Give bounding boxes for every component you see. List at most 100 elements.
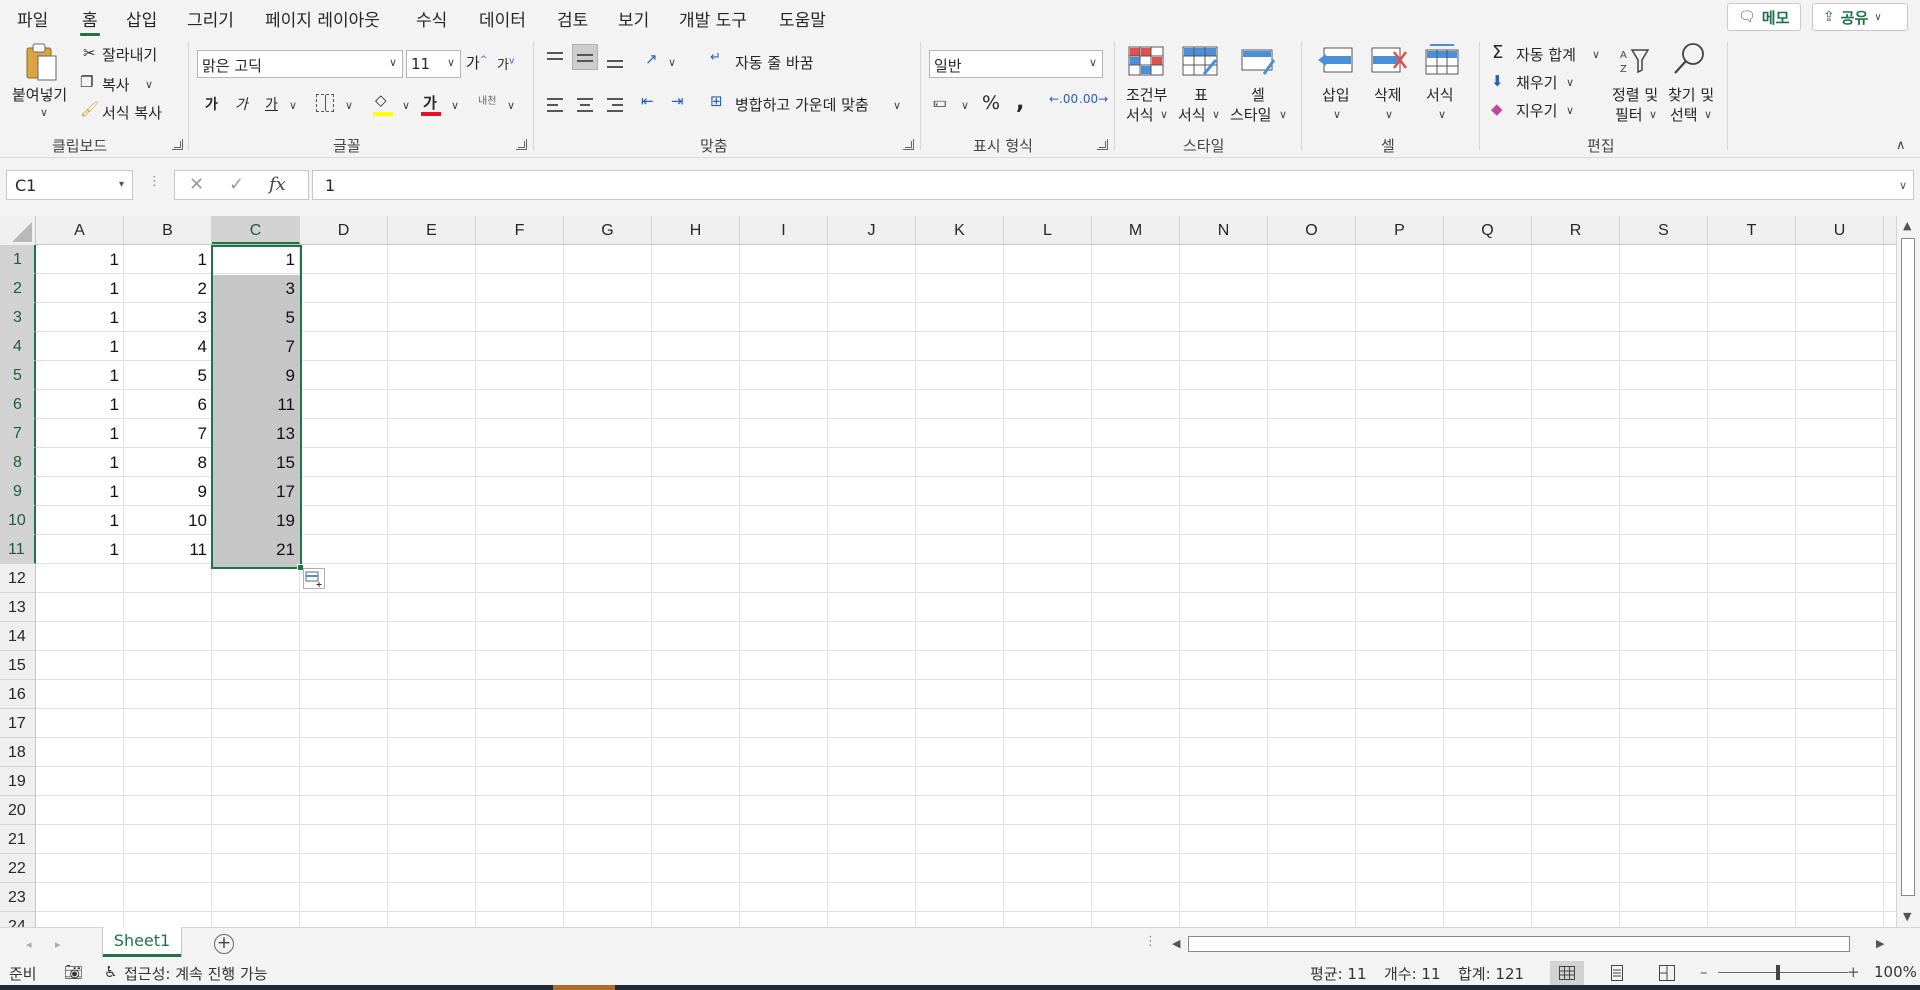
format-cells-button[interactable]: 서식 bbox=[1426, 84, 1454, 105]
font-size-select[interactable]: 11 ∨ bbox=[406, 50, 461, 78]
scroll-tabs-left-icon[interactable]: ◂ bbox=[26, 938, 32, 951]
scroll-down-icon[interactable]: ▼ bbox=[1903, 910, 1911, 923]
cell-b6[interactable]: 6 bbox=[124, 390, 211, 418]
paste-icon[interactable] bbox=[24, 42, 60, 84]
accessibility-icon[interactable]: ♿︎ bbox=[104, 963, 117, 981]
chevron-down-icon[interactable]: ∨ bbox=[289, 99, 297, 112]
column-header-f[interactable]: F bbox=[476, 216, 564, 244]
cell-b3[interactable]: 3 bbox=[124, 303, 211, 331]
format-as-table-icon[interactable] bbox=[1182, 46, 1218, 76]
menu-help[interactable]: 도움말 bbox=[779, 6, 826, 31]
chevron-down-icon[interactable]: ∨ bbox=[402, 99, 410, 112]
name-box[interactable]: C1 ▾ bbox=[6, 170, 133, 200]
insert-function-icon[interactable]: fx bbox=[269, 174, 286, 195]
column-header-c[interactable]: C bbox=[212, 216, 300, 244]
menu-insert[interactable]: 삽입 bbox=[126, 6, 157, 31]
sort-filter-icon[interactable]: A Z bbox=[1618, 44, 1650, 76]
cell-styles-label-top[interactable]: 셀 bbox=[1251, 84, 1265, 105]
menu-data[interactable]: 데이터 bbox=[479, 6, 526, 31]
number-launcher-icon[interactable] bbox=[1097, 139, 1108, 150]
row-header-21[interactable]: 21 bbox=[0, 825, 36, 854]
column-header-k[interactable]: K bbox=[916, 216, 1004, 244]
scroll-right-icon[interactable]: ▶ bbox=[1876, 937, 1884, 950]
cell-a6[interactable]: 1 bbox=[36, 390, 123, 418]
format-cells-icon[interactable] bbox=[1424, 42, 1460, 76]
formula-input[interactable]: 1 ∨ bbox=[312, 170, 1914, 200]
column-header-g[interactable]: G bbox=[564, 216, 652, 244]
column-header-p[interactable]: P bbox=[1356, 216, 1444, 244]
insert-cells-button[interactable]: 삽입 bbox=[1322, 84, 1350, 105]
row-header-13[interactable]: 13 bbox=[0, 593, 36, 622]
sort-filter-label-bottom[interactable]: 필터 bbox=[1615, 104, 1643, 125]
row-header-15[interactable]: 15 bbox=[0, 651, 36, 680]
macro-record-icon[interactable]: 📷︎ bbox=[64, 963, 83, 981]
alignment-launcher-icon[interactable] bbox=[903, 139, 914, 150]
italic-button[interactable]: 가 bbox=[235, 94, 248, 114]
cell-a7[interactable]: 1 bbox=[36, 419, 123, 447]
fill-color-icon[interactable]: ◇ bbox=[375, 91, 387, 109]
clipboard-launcher-icon[interactable] bbox=[172, 139, 183, 150]
row-header-4[interactable]: 4 bbox=[0, 332, 36, 361]
orientation-icon[interactable]: ↗ bbox=[645, 50, 658, 68]
cell-b7[interactable]: 7 bbox=[124, 419, 211, 447]
column-header-a[interactable]: A bbox=[36, 216, 124, 244]
row-header-19[interactable]: 19 bbox=[0, 767, 36, 796]
fill-button[interactable]: 채우기 bbox=[1516, 72, 1557, 93]
chevron-down-icon[interactable]: ∨ bbox=[1279, 108, 1287, 121]
menu-formulas[interactable]: 수식 bbox=[416, 6, 447, 31]
underline-button[interactable]: 가 bbox=[265, 94, 278, 114]
cell-a8[interactable]: 1 bbox=[36, 448, 123, 476]
insert-cells-icon[interactable] bbox=[1316, 46, 1356, 76]
decrease-font-button[interactable]: 가v bbox=[497, 54, 514, 73]
font-launcher-icon[interactable] bbox=[516, 139, 527, 150]
cell-a9[interactable]: 1 bbox=[36, 477, 123, 505]
normal-view-icon[interactable] bbox=[1550, 961, 1584, 985]
chevron-down-icon[interactable]: ∨ bbox=[1385, 108, 1393, 121]
scroll-left-icon[interactable]: ◀ bbox=[1172, 937, 1180, 950]
menu-review[interactable]: 검토 bbox=[557, 6, 588, 31]
sheet-tab-sheet1[interactable]: Sheet1 bbox=[103, 927, 181, 957]
menu-page-layout[interactable]: 페이지 레이아웃 bbox=[265, 6, 380, 31]
delete-cells-icon[interactable] bbox=[1370, 46, 1410, 76]
copy-icon[interactable]: ❐ bbox=[80, 73, 93, 91]
sort-filter-label-top[interactable]: 정렬 및 bbox=[1612, 84, 1658, 105]
column-header-m[interactable]: M bbox=[1092, 216, 1180, 244]
row-header-16[interactable]: 16 bbox=[0, 680, 36, 709]
cell-b1[interactable]: 1 bbox=[124, 245, 211, 273]
find-select-label-top[interactable]: 찾기 및 bbox=[1668, 84, 1714, 105]
more-icon[interactable]: ⋮ bbox=[148, 174, 161, 189]
accounting-format-icon[interactable]: 💴︎ bbox=[933, 93, 947, 111]
menu-developer[interactable]: 개발 도구 bbox=[679, 6, 747, 31]
cell-a2[interactable]: 1 bbox=[36, 274, 123, 302]
column-header-i[interactable]: I bbox=[740, 216, 828, 244]
chevron-down-icon[interactable]: ∨ bbox=[40, 106, 48, 119]
vertical-scroll-thumb[interactable] bbox=[1901, 238, 1915, 896]
increase-decimal-icon[interactable]: ←.00 bbox=[1049, 92, 1078, 106]
column-header-t[interactable]: T bbox=[1708, 216, 1796, 244]
cell-styles-label-bottom[interactable]: 스타일 bbox=[1230, 104, 1271, 125]
worksheet-grid[interactable]: ABCDEFGHIJKLMNOPQRSTU 1 2 3 4 5 6 7 8 9 10 11 12 13 1… bbox=[0, 216, 1896, 927]
collapse-ribbon-icon[interactable]: ∧ bbox=[1896, 138, 1906, 153]
scroll-tabs-right-icon[interactable]: ▸ bbox=[55, 938, 61, 951]
cell-b2[interactable]: 2 bbox=[124, 274, 211, 302]
row-header-23[interactable]: 23 bbox=[0, 883, 36, 912]
conditional-formatting-label-top[interactable]: 조건부 bbox=[1126, 84, 1167, 105]
chevron-down-icon[interactable]: ∨ bbox=[451, 99, 459, 112]
phonetic-button[interactable]: 내천 bbox=[478, 92, 496, 107]
chevron-down-icon[interactable]: ∨ bbox=[961, 99, 969, 112]
merge-center-icon[interactable]: ⊞ bbox=[710, 92, 723, 110]
add-sheet-icon[interactable]: + bbox=[214, 934, 234, 954]
menu-file[interactable]: 파일 bbox=[17, 6, 48, 31]
chevron-down-icon[interactable]: ∨ bbox=[507, 99, 515, 112]
format-painter-icon[interactable]: 🖌︎ bbox=[80, 100, 99, 118]
column-header-q[interactable]: Q bbox=[1444, 216, 1532, 244]
row-header-5[interactable]: 5 bbox=[0, 361, 36, 390]
merge-center-button[interactable]: 병합하고 가운데 맞춤 bbox=[735, 94, 869, 115]
column-header-b[interactable]: B bbox=[124, 216, 212, 244]
zoom-in-icon[interactable]: + bbox=[1847, 963, 1860, 981]
cell-a5[interactable]: 1 bbox=[36, 361, 123, 389]
copy-button[interactable]: 복사 bbox=[102, 74, 130, 95]
tab-split-handle-icon[interactable]: ⋮ bbox=[1144, 934, 1157, 949]
cell-styles-icon[interactable] bbox=[1240, 46, 1276, 76]
chevron-down-icon[interactable]: ∨ bbox=[893, 99, 901, 112]
